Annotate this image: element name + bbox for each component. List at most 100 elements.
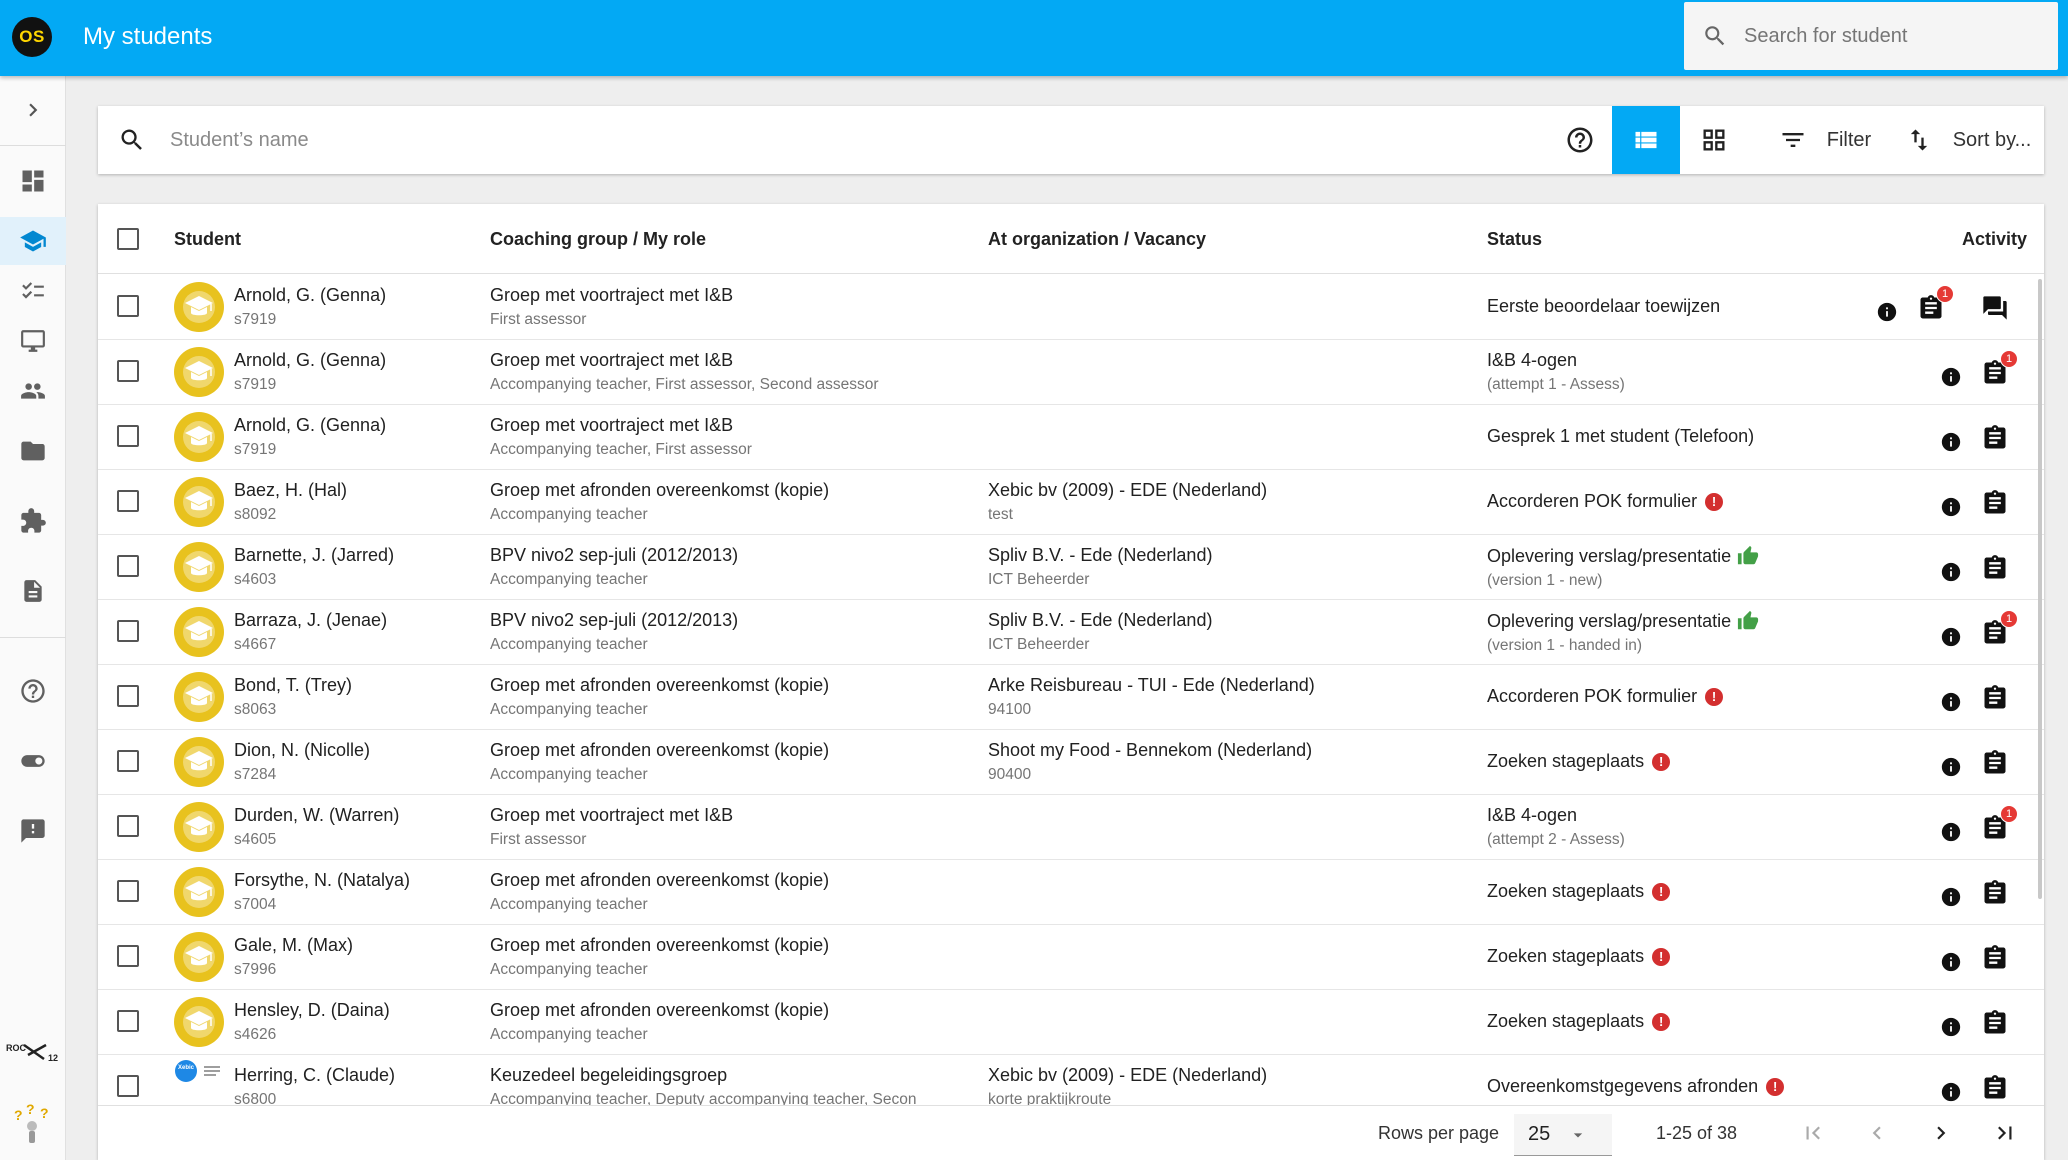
header-org[interactable]: At organization / Vacancy	[988, 204, 1206, 274]
nav-monitor[interactable]	[0, 317, 66, 365]
table-scrollbar[interactable]	[2038, 279, 2042, 899]
header-group[interactable]: Coaching group / My role	[490, 204, 706, 274]
assignment-button[interactable]	[1978, 746, 2012, 780]
assignment-button[interactable]: 1	[1914, 285, 1954, 325]
table-row[interactable]: Arnold, G. (Genna) s7919 Groep met voortra…	[98, 405, 2044, 470]
nav-help[interactable]	[0, 667, 66, 715]
table-row[interactable]: Xebic Herring, C. (Claude) s6800 Keuzedeel …	[98, 1055, 2044, 1105]
row-checkbox[interactable]	[117, 750, 139, 772]
table-row[interactable]: Baez, H. (Hal) s8092 Groep met afronden ov…	[98, 470, 2044, 535]
help-mascot[interactable]: ? ? ?	[10, 1100, 56, 1146]
student-cell[interactable]: Barnette, J. (Jarred) s4603	[234, 545, 394, 589]
assignment-button[interactable]	[1978, 876, 2012, 910]
row-checkbox[interactable]	[117, 555, 139, 577]
assignment-button[interactable]: 1	[1978, 805, 2018, 845]
student-cell[interactable]: Baez, H. (Hal) s8092	[234, 480, 347, 524]
info-button[interactable]	[1936, 817, 1966, 847]
student-cell[interactable]: Arnold, G. (Genna) s7919	[234, 285, 386, 329]
row-checkbox[interactable]	[117, 295, 139, 317]
assignment-button[interactable]: 1	[1978, 610, 2018, 650]
first-page-button[interactable]	[1790, 1110, 1836, 1156]
row-checkbox[interactable]	[117, 815, 139, 837]
help-button[interactable]	[1550, 106, 1610, 174]
student-cell[interactable]: Durden, W. (Warren) s4605	[234, 805, 399, 849]
student-cell[interactable]: Herring, C. (Claude) s6800	[234, 1065, 395, 1105]
row-checkbox[interactable]	[117, 490, 139, 512]
info-button[interactable]	[1936, 1012, 1966, 1042]
table-row[interactable]: Gale, M. (Max) s7996 Groep met afronden ov…	[98, 925, 2044, 990]
row-checkbox[interactable]	[117, 685, 139, 707]
assignment-button[interactable]	[1978, 941, 2012, 975]
assignment-button[interactable]	[1978, 681, 2012, 715]
nav-folders[interactable]	[0, 427, 66, 475]
assignment-button[interactable]	[1978, 1071, 2012, 1105]
info-button[interactable]	[1936, 882, 1966, 912]
sort-button[interactable]: Sort by...	[1898, 106, 2038, 174]
filter-button[interactable]: Filter	[1764, 106, 1886, 174]
info-button[interactable]	[1872, 297, 1902, 327]
nav-my-students[interactable]	[0, 217, 66, 265]
table-row[interactable]: Barnette, J. (Jarred) s4603 BPV nivo2 sep-…	[98, 535, 2044, 600]
row-checkbox[interactable]	[117, 360, 139, 382]
assignment-button[interactable]	[1978, 486, 2012, 520]
assignment-button[interactable]	[1978, 421, 2012, 455]
nav-feedback[interactable]	[0, 807, 66, 855]
student-cell[interactable]: Arnold, G. (Genna) s7919	[234, 415, 386, 459]
header-status[interactable]: Status	[1487, 204, 1542, 274]
nav-documents[interactable]	[0, 567, 66, 615]
rows-per-page-select[interactable]: 25	[1514, 1114, 1612, 1156]
info-button[interactable]	[1936, 492, 1966, 522]
table-row[interactable]: Forsythe, N. (Natalya) s7004 Groep met afr…	[98, 860, 2044, 925]
student-name-input[interactable]	[170, 128, 970, 152]
select-all-checkbox[interactable]	[117, 228, 139, 250]
info-button[interactable]	[1936, 947, 1966, 977]
assignment-button[interactable]	[1978, 1006, 2012, 1040]
info-button[interactable]	[1936, 557, 1966, 587]
student-cell[interactable]: Gale, M. (Max) s7996	[234, 935, 353, 979]
nav-people[interactable]	[0, 367, 66, 415]
info-button[interactable]	[1936, 622, 1966, 652]
list-view-button[interactable]	[1612, 106, 1680, 174]
student-cell[interactable]: Bond, T. (Trey) s8063	[234, 675, 352, 719]
row-checkbox[interactable]	[117, 620, 139, 642]
chat-button[interactable]	[1978, 291, 2012, 325]
app-logo[interactable]: OS	[12, 17, 52, 57]
info-button[interactable]	[1936, 687, 1966, 717]
student-cell[interactable]: Forsythe, N. (Natalya) s7004	[234, 870, 410, 914]
table-row[interactable]: Durden, W. (Warren) s4605 Groep met voortr…	[98, 795, 2044, 860]
assignment-button[interactable]: 1	[1978, 350, 2018, 390]
row-checkbox[interactable]	[117, 1010, 139, 1032]
row-checkbox[interactable]	[117, 1075, 139, 1097]
nav-toggle[interactable]	[0, 737, 66, 785]
global-search-input[interactable]	[1744, 24, 2034, 48]
table-row[interactable]: Barraza, J. (Jenae) s4667 BPV nivo2 sep-ju…	[98, 600, 2044, 665]
nav-extensions[interactable]	[0, 497, 66, 545]
info-button[interactable]	[1936, 362, 1966, 392]
table-row[interactable]: Bond, T. (Trey) s8063 Groep met afronden o…	[98, 665, 2044, 730]
student-id: s4626	[234, 1026, 277, 1043]
info-button[interactable]	[1936, 427, 1966, 457]
info-button[interactable]	[1936, 752, 1966, 782]
table-row[interactable]: Dion, N. (Nicolle) s7284 Groep met afronde…	[98, 730, 2044, 795]
row-checkbox[interactable]	[117, 945, 139, 967]
table-row[interactable]: Hensley, D. (Daina) s4626 Groep met afrond…	[98, 990, 2044, 1055]
student-cell[interactable]: Dion, N. (Nicolle) s7284	[234, 740, 370, 784]
row-checkbox[interactable]	[117, 425, 139, 447]
assignment-button[interactable]	[1978, 551, 2012, 585]
info-button[interactable]	[1936, 1077, 1966, 1105]
student-cell[interactable]: Hensley, D. (Daina) s4626	[234, 1000, 390, 1044]
nav-tasks[interactable]	[0, 267, 66, 315]
previous-page-button[interactable]	[1854, 1110, 1900, 1156]
next-page-button[interactable]	[1918, 1110, 1964, 1156]
table-row[interactable]: Arnold, G. (Genna) s7919 Groep met voortra…	[98, 275, 2044, 340]
expand-nav-button[interactable]	[0, 86, 66, 134]
row-checkbox[interactable]	[117, 880, 139, 902]
assignment-icon	[1984, 555, 2006, 579]
header-student[interactable]: Student	[174, 204, 241, 274]
student-cell[interactable]: Barraza, J. (Jenae) s4667	[234, 610, 387, 654]
last-page-button[interactable]	[1982, 1110, 2028, 1156]
student-cell[interactable]: Arnold, G. (Genna) s7919	[234, 350, 386, 394]
table-row[interactable]: Arnold, G. (Genna) s7919 Groep met voortra…	[98, 340, 2044, 405]
nav-dashboard[interactable]	[0, 157, 66, 205]
grid-view-button[interactable]	[1680, 106, 1748, 174]
